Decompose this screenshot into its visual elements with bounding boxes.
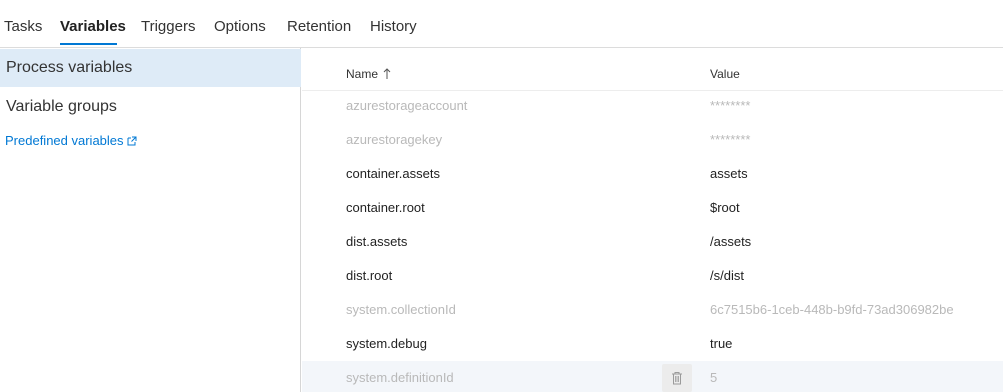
sidebar-item-variable-groups[interactable]: Variable groups (0, 88, 301, 126)
variable-name: system.collectionId (346, 302, 456, 317)
variable-value: 5 (710, 370, 718, 385)
variable-value[interactable]: true (710, 336, 732, 351)
variable-value[interactable]: assets (710, 166, 748, 181)
table-row[interactable]: container.root $root (302, 191, 1003, 225)
delete-variable-button[interactable] (662, 364, 692, 392)
sidebar: Process variables Variable groups Predef… (0, 48, 301, 392)
tab-triggers[interactable]: Triggers (141, 18, 195, 35)
variable-name[interactable]: dist.assets (346, 234, 407, 249)
variable-name: azurestorageaccount (346, 98, 468, 113)
sidebar-item-process-variables[interactable]: Process variables (0, 49, 301, 87)
predefined-variables-label: Predefined variables (5, 133, 124, 148)
variable-value: 6c7515b6-1ceb-448b-b9fd-73ad306982be (710, 302, 954, 317)
table-row[interactable]: dist.root /s/dist (302, 259, 1003, 293)
active-tab-indicator (60, 43, 117, 45)
variable-value[interactable]: /assets (710, 234, 751, 249)
variables-table: Name Value azurestorageaccount ******** … (302, 48, 1003, 392)
variable-name: azurestoragekey (346, 132, 443, 147)
variable-name: system.definitionId (346, 370, 454, 385)
table-row[interactable]: system.definitionId 5 (302, 361, 1003, 392)
tab-variables[interactable]: Variables (60, 18, 126, 35)
trash-icon (672, 372, 682, 385)
variable-name[interactable]: system.debug (346, 336, 427, 351)
table-row[interactable]: azurestorageaccount ******** (302, 89, 1003, 123)
variables-page: Tasks Variables Triggers Options Retenti… (0, 0, 1003, 392)
column-header-value-label: Value (710, 67, 740, 81)
table-row[interactable]: system.collectionId 6c7515b6-1ceb-448b-b… (302, 293, 1003, 327)
table-row[interactable]: dist.assets /assets (302, 225, 1003, 259)
variable-name[interactable]: container.assets (346, 166, 440, 181)
variable-value[interactable]: $root (710, 200, 740, 215)
tab-retention[interactable]: Retention (287, 18, 351, 35)
predefined-variables-link[interactable]: Predefined variables (5, 133, 137, 148)
external-link-icon (127, 136, 137, 145)
table-row[interactable]: container.assets assets (302, 157, 1003, 191)
variable-name[interactable]: dist.root (346, 268, 392, 283)
tab-options[interactable]: Options (214, 18, 266, 35)
table-row[interactable]: system.debug true (302, 327, 1003, 361)
column-header-value[interactable]: Value (710, 67, 740, 81)
table-row[interactable]: azurestoragekey ******** (302, 123, 1003, 157)
variable-value: ******** (710, 98, 751, 113)
tab-bar: Tasks Variables Triggers Options Retenti… (0, 0, 1003, 48)
variable-value: ******** (710, 132, 751, 147)
variable-value[interactable]: /s/dist (710, 268, 744, 283)
tab-history[interactable]: History (370, 18, 417, 35)
column-header-name[interactable]: Name (346, 67, 391, 81)
column-header-name-label: Name (346, 67, 379, 81)
variable-name[interactable]: container.root (346, 200, 425, 215)
sort-ascending-icon (383, 68, 391, 79)
tab-tasks[interactable]: Tasks (4, 18, 42, 35)
